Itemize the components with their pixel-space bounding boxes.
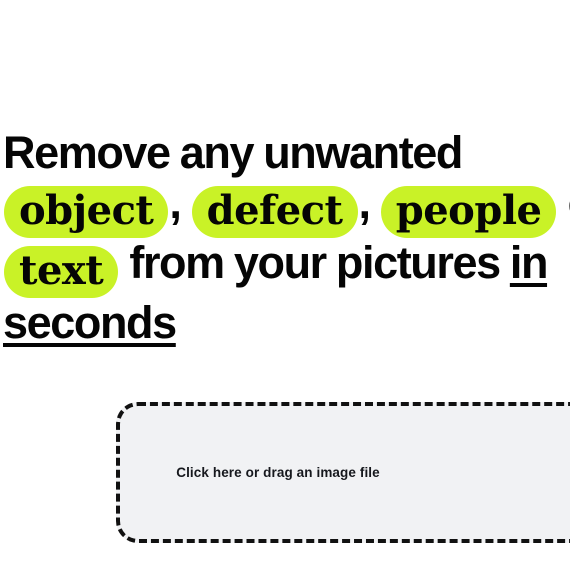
headline-underlined-seconds: seconds bbox=[3, 297, 177, 348]
headline-comma-two: , bbox=[358, 177, 372, 228]
headline-line-one: Remove any unwanted bbox=[3, 127, 463, 178]
highlight-word-defect: defect bbox=[191, 186, 358, 238]
highlight-word-object: object bbox=[4, 186, 169, 238]
highlight-word-people: people bbox=[380, 186, 557, 238]
hero-section: Remove any unwanted object, defect, peop… bbox=[3, 128, 570, 348]
dropzone-label: Click here or drag an image file bbox=[176, 465, 380, 480]
highlight-word-text: text bbox=[4, 246, 119, 298]
headline-comma-one: , bbox=[169, 177, 182, 228]
headline-tail: from your pictures bbox=[129, 237, 501, 288]
page-title: Remove any unwanted object, defect, peop… bbox=[3, 128, 570, 348]
headline-underlined-in: in bbox=[509, 237, 549, 288]
image-upload-dropzone[interactable]: Click here or drag an image file bbox=[116, 402, 570, 543]
